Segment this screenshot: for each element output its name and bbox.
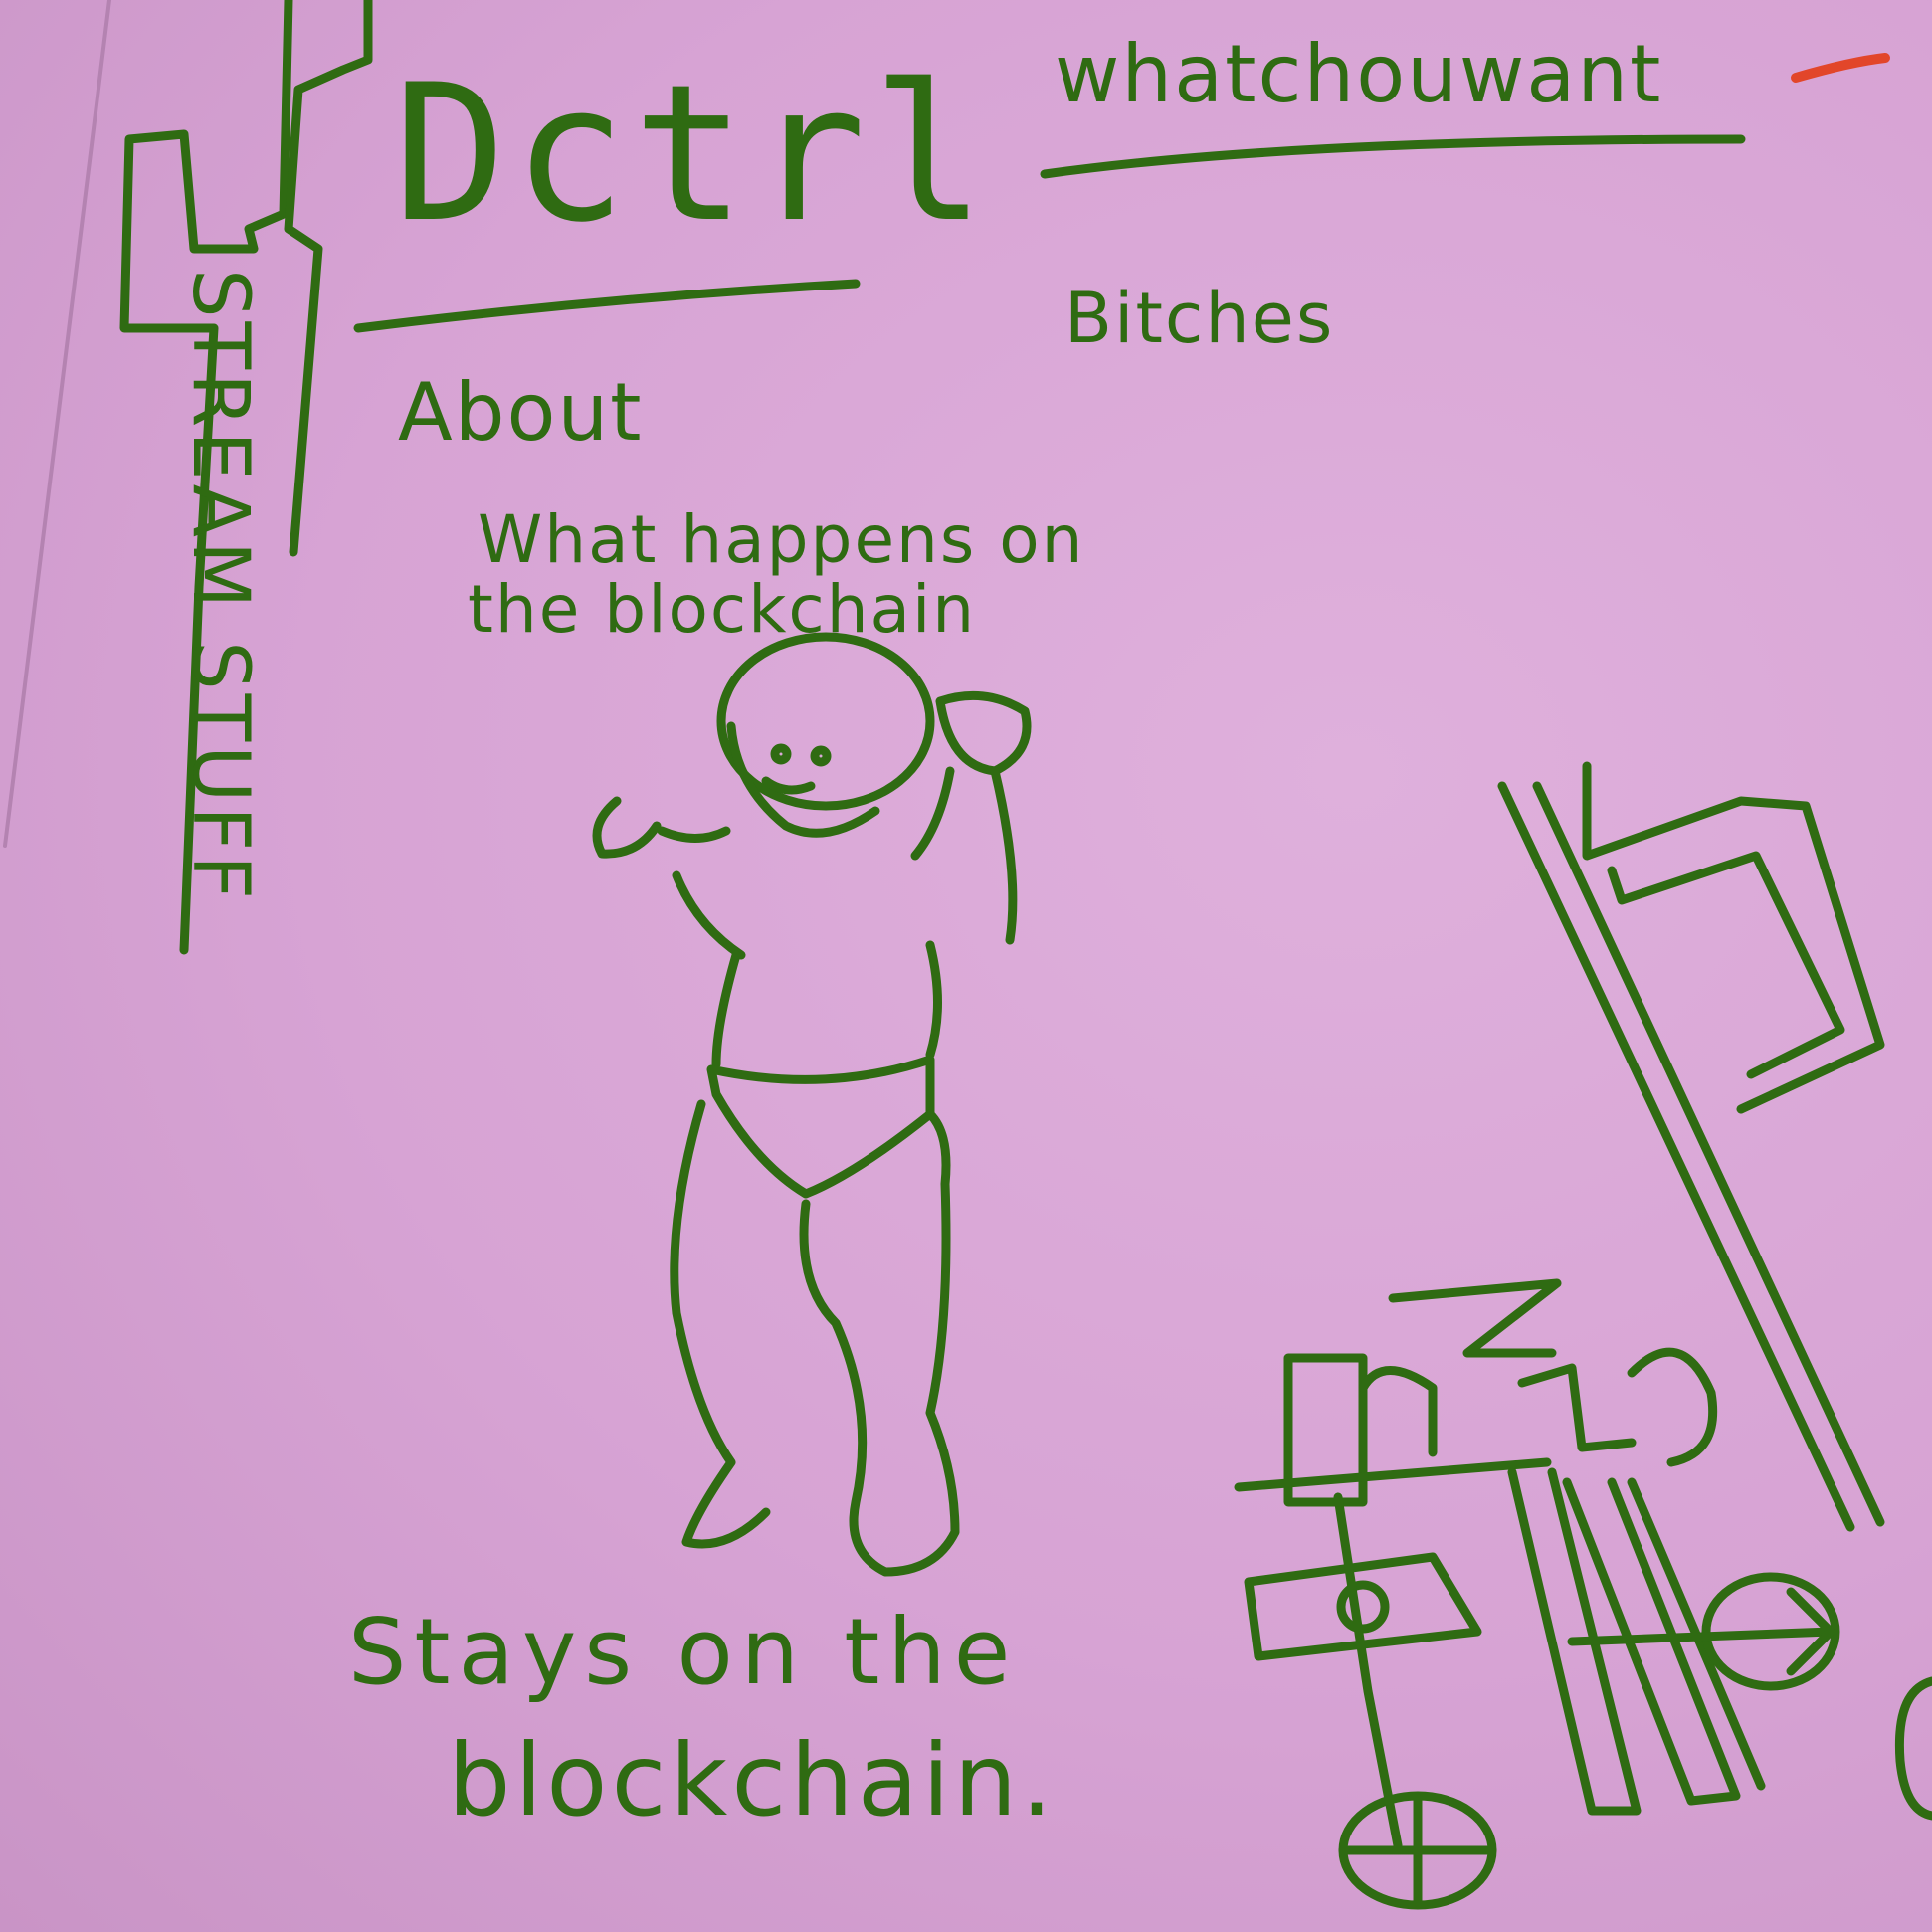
robot-figure <box>1234 761 1932 1910</box>
paper-edge-line <box>3 0 111 848</box>
edge-circle-fragment <box>1894 1676 1932 1821</box>
nav-link-whatchouwant[interactable]: whatchouwant <box>1055 35 1662 114</box>
baby-arm-right <box>910 766 1018 945</box>
baby-torso <box>711 940 942 1069</box>
baby-hand-left <box>592 796 662 859</box>
nav-underline <box>1040 134 1746 179</box>
nav-link-bitches[interactable]: Bitches <box>1064 284 1334 353</box>
robot-block-4 <box>1517 1363 1637 1452</box>
page-title: Dctrl <box>393 44 992 264</box>
robot-pole <box>1497 781 1885 1532</box>
baby-eye-right <box>810 745 832 767</box>
baby-leg-left <box>670 1099 771 1549</box>
sidebar-inner-outline <box>284 0 373 557</box>
nav-link-about[interactable]: About <box>398 373 644 453</box>
robot-arm-bolt <box>1336 1580 1390 1634</box>
baby-eye-left <box>770 743 792 765</box>
sidebar-label: STREAM STUFF <box>175 269 265 904</box>
caption-top-line-2: the blockchain <box>468 571 977 648</box>
robot-block-3 <box>1358 1366 1438 1457</box>
baby-figure <box>592 632 1032 1577</box>
caption-bottom-line-1: Stays on the <box>348 1599 1019 1705</box>
baby-diaper <box>706 1055 935 1199</box>
baby-mouth <box>761 776 816 795</box>
robot-block-5 <box>1627 1347 1718 1467</box>
marker-accent-mark <box>1791 53 1890 83</box>
baby-head <box>716 632 935 811</box>
sketch-page: Dctrl About whatchouwant Bitches STREAM … <box>0 0 1932 1932</box>
robot-axle <box>1333 1492 1403 1850</box>
title-underline <box>353 279 861 333</box>
caption-bottom-line-2: blockchain. <box>448 1722 1057 1838</box>
caption-top-line-1: What happens on <box>478 501 1085 578</box>
baby-arm-left <box>657 826 746 960</box>
robot-arrow-shaft <box>1567 1627 1835 1646</box>
baby-fist-right <box>935 690 1032 776</box>
robot-block-2 <box>1388 1278 1562 1358</box>
